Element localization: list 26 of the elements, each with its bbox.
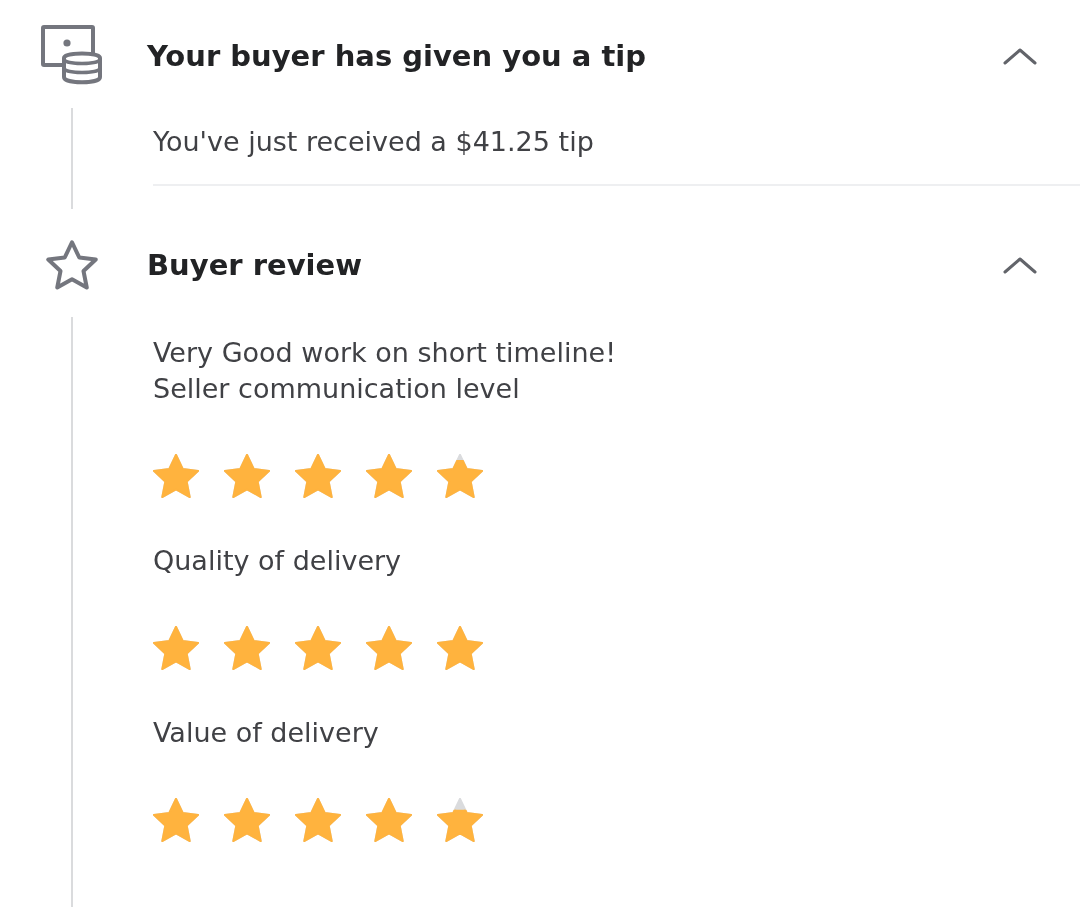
chevron-up-icon[interactable] <box>1003 256 1037 274</box>
star-icon <box>153 454 199 498</box>
star-icon <box>153 626 199 670</box>
rating-label: Quality of delivery <box>153 544 403 578</box>
star-icon <box>366 454 412 498</box>
star-outline-icon <box>46 240 98 290</box>
partial-star-icon <box>437 454 483 498</box>
chevron-up-icon[interactable] <box>1003 47 1037 65</box>
review-comment: Very Good work on short timeline! <box>153 336 617 370</box>
star-icon <box>224 798 270 842</box>
star-icon <box>295 798 341 842</box>
rating-label: Seller communication level <box>153 372 521 406</box>
star-icon <box>366 798 412 842</box>
section-title: Buyer review <box>147 247 363 283</box>
tip-message: You've just received a $41.25 tip <box>153 125 595 159</box>
partial-star-icon <box>437 798 483 842</box>
star-icon <box>295 626 341 670</box>
star-icon <box>153 798 199 842</box>
screen-and-coins-icon <box>41 25 103 87</box>
star-icon <box>437 626 483 670</box>
rating-label: Value of delivery <box>153 716 380 750</box>
star-icon <box>224 626 270 670</box>
star-icon <box>224 454 270 498</box>
star-icon <box>295 454 341 498</box>
section-title: Your buyer has given you a tip <box>147 38 648 74</box>
star-icon <box>366 626 412 670</box>
